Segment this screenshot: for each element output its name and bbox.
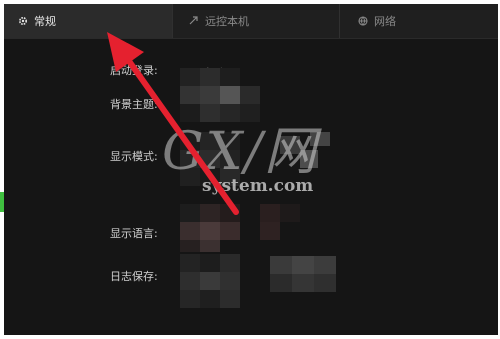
annotation-arrow-icon (107, 32, 239, 215)
settings-window: 常规 远控本机 网络 启动登录: 背景主题: 显示模式: 显示语言: 日志保存:… (4, 4, 498, 335)
